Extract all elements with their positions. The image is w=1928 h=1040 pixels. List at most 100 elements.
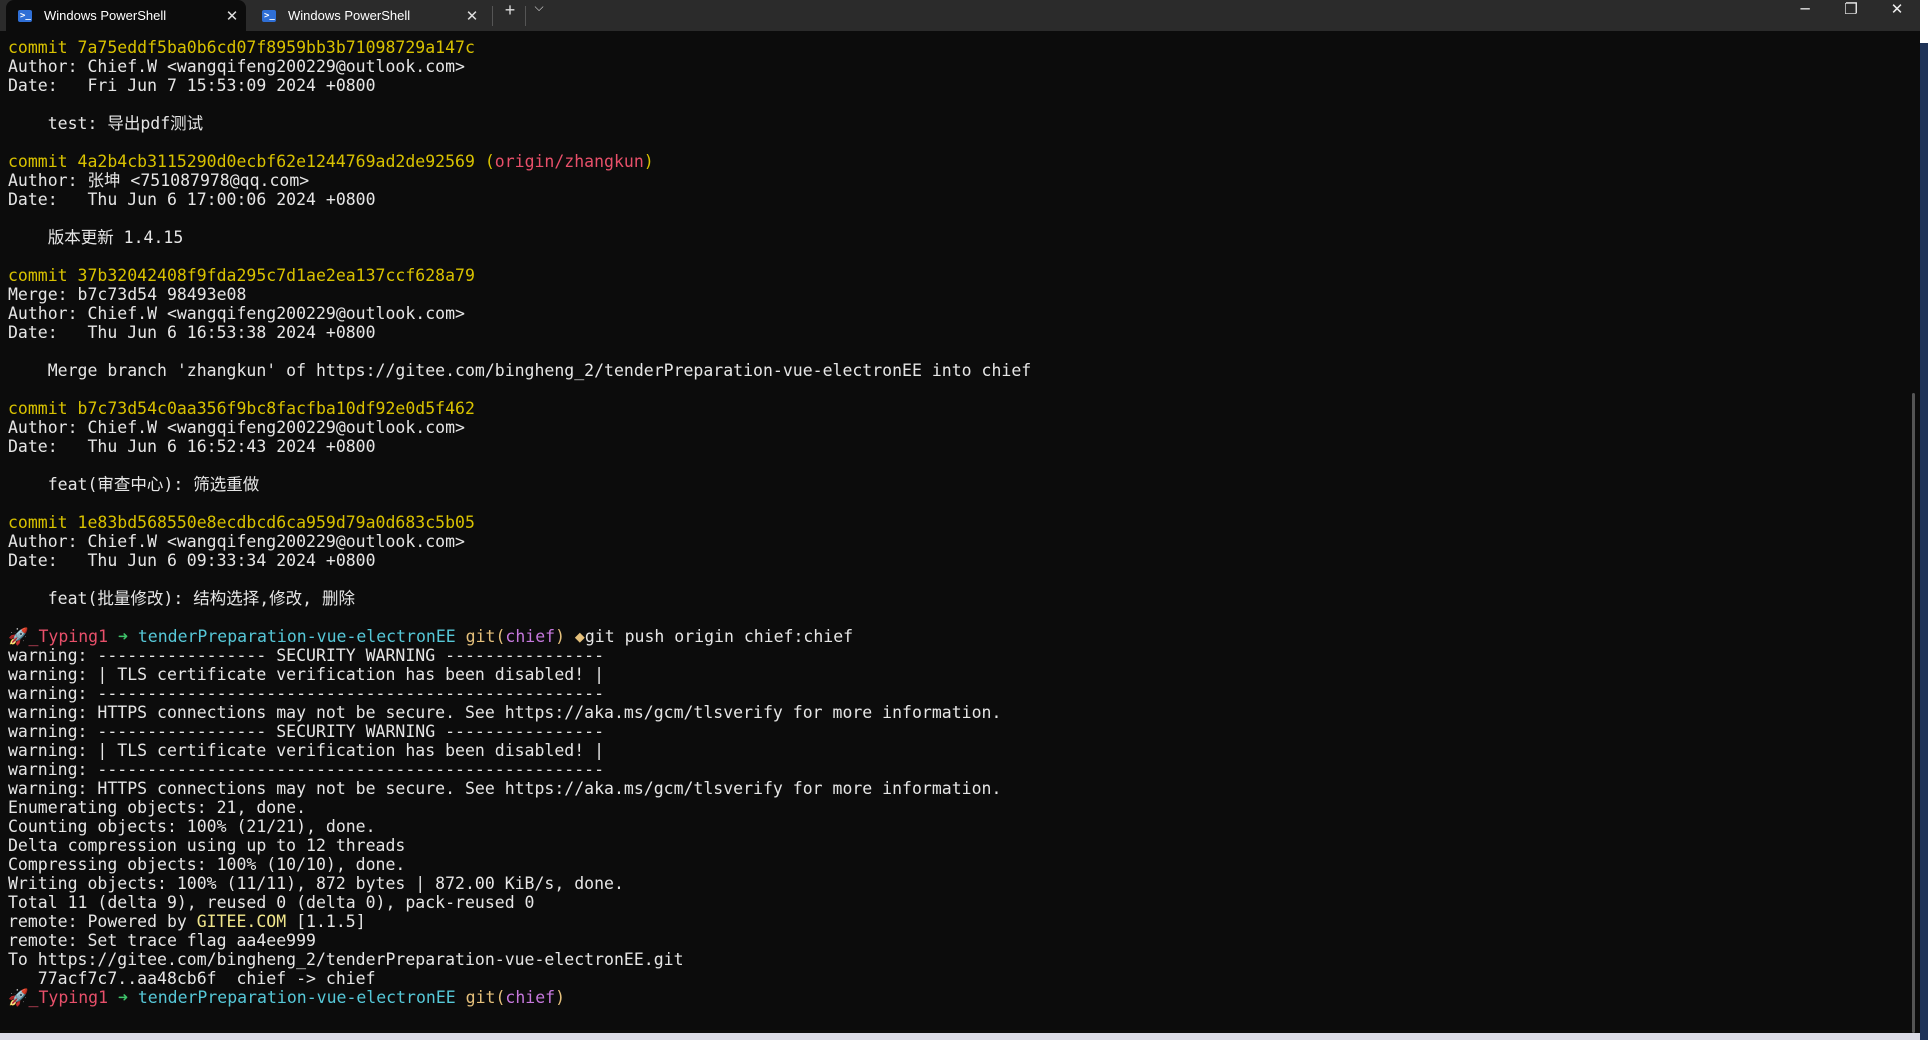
text-cyan: tenderPreparation-vue-electronEE bbox=[137, 988, 456, 1007]
terminal-line: Author: Chief.W <wangqifeng200229@outloo… bbox=[8, 304, 1898, 323]
terminal-line: Writing objects: 100% (11/11), 872 bytes… bbox=[8, 874, 1898, 893]
terminal-line: 🚀_Typing1 ➜ tenderPreparation-vue-electr… bbox=[8, 988, 1898, 1007]
terminal-output[interactable]: commit 7a75eddf5ba0b6cd07f8959bb3b710987… bbox=[8, 38, 1898, 1007]
text-cyan: tenderPreparation-vue-electronEE bbox=[137, 627, 456, 646]
text: warning: HTTPS connections may not be se… bbox=[8, 703, 1002, 722]
text-commit: commit 37b32042408f9fda295c7d1ae2ea137cc… bbox=[8, 266, 475, 285]
scrollbar[interactable] bbox=[1912, 393, 1915, 1033]
text-gitparen: ) bbox=[555, 627, 565, 646]
text-branchname: chief bbox=[505, 627, 556, 646]
powershell-icon: >_ bbox=[262, 9, 276, 22]
text: 版本更新 1.4.15 bbox=[8, 228, 184, 247]
text: warning: ----------------- SECURITY WARN… bbox=[8, 722, 605, 741]
text: feat(批量修改): 结构选择,修改, 删除 bbox=[8, 589, 356, 608]
text: warning: | TLS certificate verification … bbox=[8, 741, 605, 760]
minimize-button[interactable]: ─ bbox=[1782, 0, 1828, 31]
text-commit: ) bbox=[643, 152, 654, 171]
text: Enumerating objects: 21, done. bbox=[8, 798, 307, 817]
tab-label: Windows PowerShell bbox=[288, 8, 411, 23]
divider bbox=[492, 6, 493, 26]
text-user: 🚀_Typing1 bbox=[8, 627, 109, 646]
terminal-line: Author: Chief.W <wangqifeng200229@outloo… bbox=[8, 418, 1898, 437]
text: warning: | TLS certificate verification … bbox=[8, 665, 605, 684]
terminal-line: 77acf7c7..aa48cb6f chief -> chief bbox=[8, 969, 1898, 988]
close-tab-icon[interactable]: ✕ bbox=[218, 7, 246, 25]
terminal-line: remote: Set trace flag aa4ee999 bbox=[8, 931, 1898, 950]
close-tab-icon[interactable]: ✕ bbox=[458, 7, 486, 25]
title-bar: >_ Windows PowerShell ✕ >_ Windows Power… bbox=[0, 0, 1920, 31]
text: Author: 张坤 <751087978@qq.com> bbox=[8, 171, 310, 190]
text: Date: Thu Jun 6 17:00:06 2024 +0800 bbox=[8, 190, 376, 209]
text: Date: Thu Jun 6 16:53:38 2024 +0800 bbox=[8, 323, 376, 342]
text: Author: Chief.W <wangqifeng200229@outloo… bbox=[8, 304, 465, 323]
text: Author: Chief.W <wangqifeng200229@outloo… bbox=[8, 532, 465, 551]
terminal-line: warning: -------------------------------… bbox=[8, 760, 1898, 779]
terminal-line: commit 4a2b4cb3115290d0ecbf62e1244769ad2… bbox=[8, 152, 1898, 171]
terminal-line: Author: Chief.W <wangqifeng200229@outloo… bbox=[8, 532, 1898, 551]
text: remote: Set trace flag aa4ee999 bbox=[8, 931, 316, 950]
terminal-line: Date: Thu Jun 6 17:00:06 2024 +0800 bbox=[8, 190, 1898, 209]
terminal-line: Author: Chief.W <wangqifeng200229@outloo… bbox=[8, 57, 1898, 76]
terminal-line: To https://gitee.com/bingheng_2/tenderPr… bbox=[8, 950, 1898, 969]
terminal-line: feat(批量修改): 结构选择,修改, 删除 bbox=[8, 589, 1898, 608]
terminal-line: warning: ----------------- SECURITY WARN… bbox=[8, 646, 1898, 665]
terminal-line: Date: Thu Jun 6 16:52:43 2024 +0800 bbox=[8, 437, 1898, 456]
terminal-line: warning: HTTPS connections may not be se… bbox=[8, 703, 1898, 722]
background-window bbox=[1920, 0, 1928, 1040]
terminal-line: warning: -------------------------------… bbox=[8, 684, 1898, 703]
terminal-line: feat(审查中心): 筛选重做 bbox=[8, 475, 1898, 494]
text-user: 🚀_Typing1 bbox=[8, 988, 109, 1007]
terminal-line: commit b7c73d54c0aa356f9bc8facfba10df92e… bbox=[8, 399, 1898, 418]
text: Counting objects: 100% (21/21), done. bbox=[8, 817, 376, 836]
text: Merge branch 'zhangkun' of https://gitee… bbox=[8, 361, 1032, 380]
close-window-button[interactable]: ✕ bbox=[1874, 0, 1920, 31]
powershell-icon: >_ bbox=[18, 9, 32, 22]
text: Date: Fri Jun 7 15:53:09 2024 +0800 bbox=[8, 76, 376, 95]
terminal-line: Merge: b7c73d54 98493e08 bbox=[8, 285, 1898, 304]
tab-powershell-1[interactable]: >_ Windows PowerShell ✕ bbox=[6, 0, 246, 31]
text-gitparen: git( bbox=[455, 988, 506, 1007]
text-commit: commit 1e83bd568550e8ecdbcd6ca959d79a0d6… bbox=[8, 513, 475, 532]
terminal-line: Date: Thu Jun 6 16:53:38 2024 +0800 bbox=[8, 323, 1898, 342]
taskbar-edge bbox=[0, 1033, 1920, 1040]
terminal-line: Counting objects: 100% (21/21), done. bbox=[8, 817, 1898, 836]
text: remote: Powered by bbox=[8, 912, 197, 931]
text: [1.1.5] bbox=[286, 912, 366, 931]
terminal-line: Total 11 (delta 9), reused 0 (delta 0), … bbox=[8, 893, 1898, 912]
text: Author: Chief.W <wangqifeng200229@outloo… bbox=[8, 418, 465, 437]
text-arrow: ➜ bbox=[108, 988, 138, 1007]
text: feat(审查中心): 筛选重做 bbox=[8, 475, 260, 494]
tab-label: Windows PowerShell bbox=[44, 8, 167, 23]
terminal-line: Compressing objects: 100% (10/10), done. bbox=[8, 855, 1898, 874]
terminal-line: Date: Thu Jun 6 09:33:34 2024 +0800 bbox=[8, 551, 1898, 570]
text-commit: commit 7a75eddf5ba0b6cd07f8959bb3b710987… bbox=[8, 38, 475, 57]
text: warning: HTTPS connections may not be se… bbox=[8, 779, 1002, 798]
text: 77acf7c7..aa48cb6f chief -> chief bbox=[8, 969, 376, 988]
terminal-line: Author: 张坤 <751087978@qq.com> bbox=[8, 171, 1898, 190]
restore-button[interactable]: ❐ bbox=[1828, 0, 1874, 31]
text: Author: Chief.W <wangqifeng200229@outloo… bbox=[8, 57, 465, 76]
terminal-line: Enumerating objects: 21, done. bbox=[8, 798, 1898, 817]
terminal-line: warning: | TLS certificate verification … bbox=[8, 665, 1898, 684]
terminal-line: commit 37b32042408f9fda295c7d1ae2ea137cc… bbox=[8, 266, 1898, 285]
terminal-line: commit 7a75eddf5ba0b6cd07f8959bb3b710987… bbox=[8, 38, 1898, 57]
text: warning: -------------------------------… bbox=[8, 760, 605, 779]
tab-powershell-2[interactable]: >_ Windows PowerShell ✕ bbox=[250, 0, 486, 31]
text-branchname: chief bbox=[505, 988, 556, 1007]
text-commit: commit b7c73d54c0aa356f9bc8facfba10df92e… bbox=[8, 399, 475, 418]
new-tab-button[interactable]: + bbox=[496, 0, 524, 31]
terminal-line: Merge branch 'zhangkun' of https://gitee… bbox=[8, 361, 1898, 380]
text: warning: -------------------------------… bbox=[8, 684, 605, 703]
text-gitparen: ◆ bbox=[565, 627, 585, 646]
dropdown-chevron-icon[interactable]: ⌵ bbox=[526, 0, 552, 31]
text: Merge: b7c73d54 98493e08 bbox=[8, 285, 247, 304]
text: Compressing objects: 100% (10/10), done. bbox=[8, 855, 406, 874]
